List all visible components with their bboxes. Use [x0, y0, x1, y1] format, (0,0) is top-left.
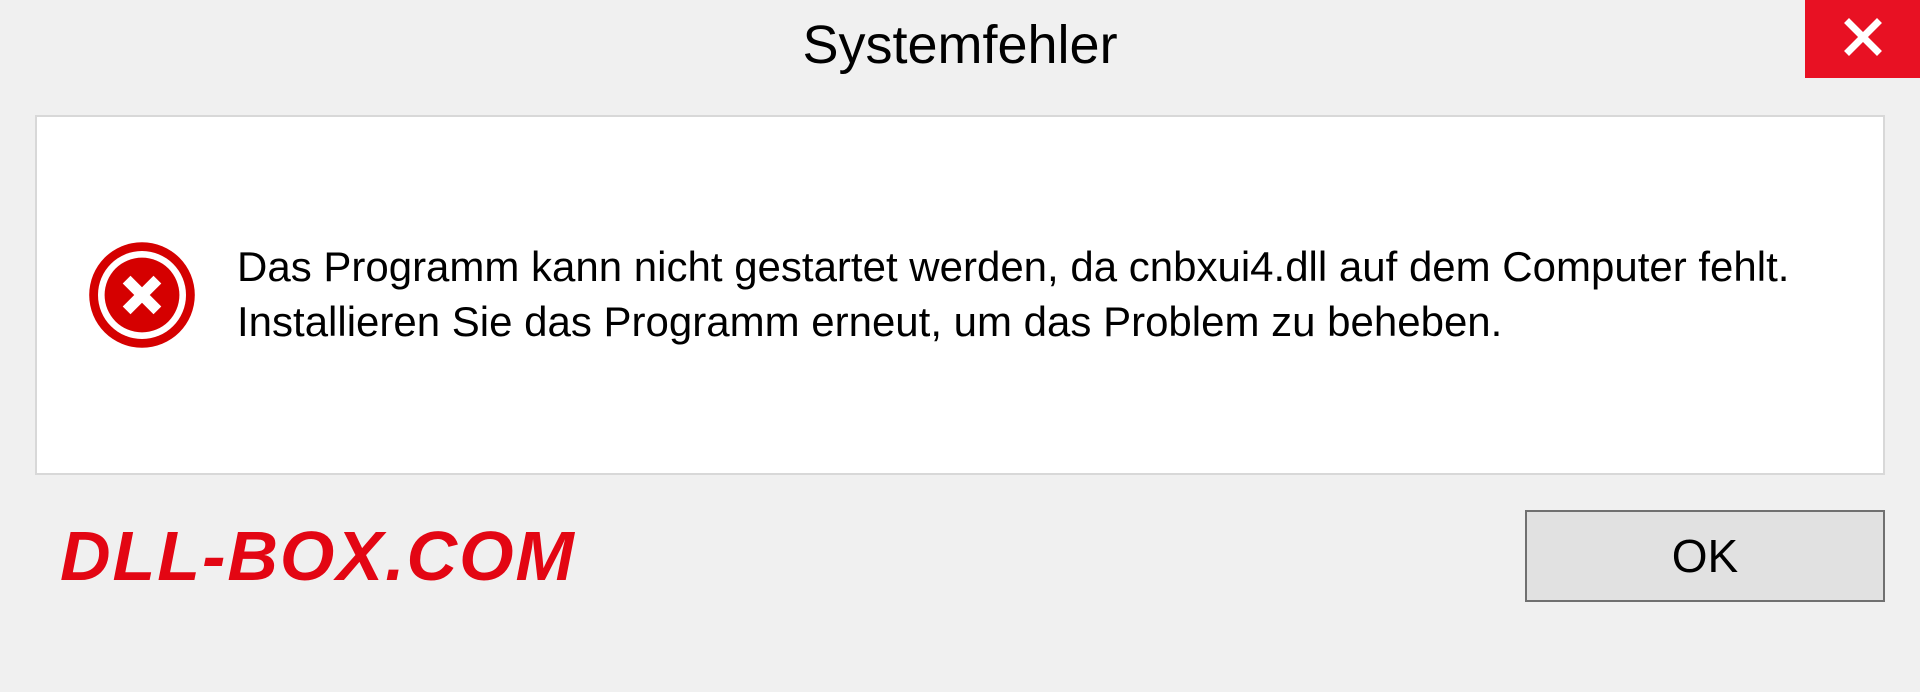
dialog-content: Das Programm kann nicht gestartet werden… — [35, 115, 1885, 475]
error-icon — [87, 240, 197, 350]
close-button[interactable] — [1805, 0, 1920, 78]
dialog-footer: DLL-BOX.COM OK — [35, 510, 1885, 602]
dialog-message: Das Programm kann nicht gestartet werden… — [237, 240, 1833, 349]
title-bar: Systemfehler — [0, 0, 1920, 90]
ok-button[interactable]: OK — [1525, 510, 1885, 602]
close-icon — [1842, 16, 1884, 63]
dialog-title: Systemfehler — [802, 14, 1117, 76]
watermark-text: DLL-BOX.COM — [35, 516, 576, 596]
